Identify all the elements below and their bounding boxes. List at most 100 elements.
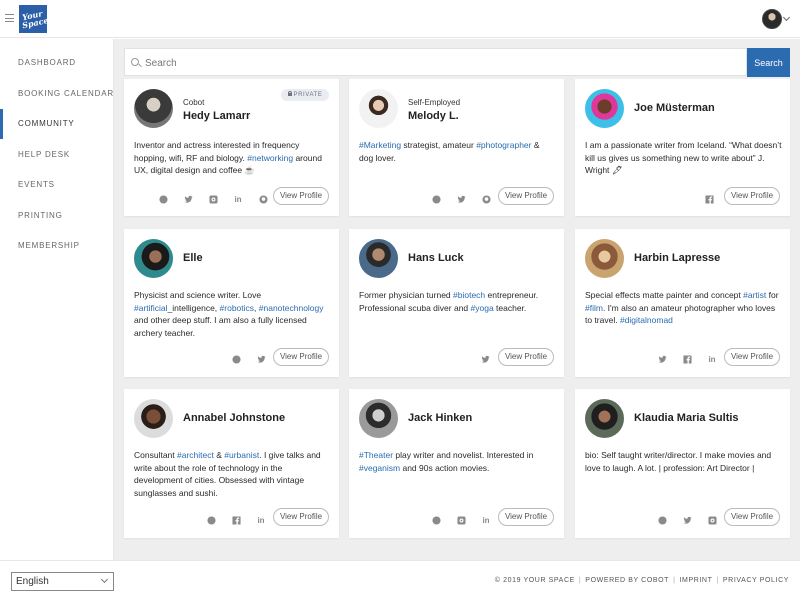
member-card: Self-Employed Melody L. #Marketing strat…: [349, 79, 564, 216]
twitter-icon[interactable]: [183, 194, 193, 204]
hashtag-link[interactable]: #nanotechnology: [259, 303, 324, 313]
hashtag-link[interactable]: #digitalnomad: [620, 315, 673, 325]
hashtag-link[interactable]: #photographer: [476, 140, 531, 150]
hamburger-icon[interactable]: [5, 14, 14, 22]
privacy-policy-link[interactable]: PRIVACY POLICY: [723, 577, 789, 584]
member-card: Cobot Hedy Lamarr PRIVATE Inventor and a…: [124, 79, 339, 216]
globe-icon[interactable]: [431, 515, 441, 525]
view-profile-button[interactable]: View Profile: [724, 187, 780, 205]
instagram-icon[interactable]: [208, 194, 218, 204]
sidebar-item-community[interactable]: COMMUNITY: [0, 109, 114, 139]
hashtag-link[interactable]: #artist: [743, 290, 766, 300]
member-card: Elle Physicist and science writer. Love …: [124, 229, 339, 377]
your-space-logo[interactable]: Your Space: [19, 5, 50, 33]
member-card: Harbin Lapresse Special effects matte pa…: [575, 229, 790, 377]
avatar[interactable]: [359, 89, 398, 128]
search-input[interactable]: [145, 53, 735, 73]
member-bio: Special effects matte painter and concep…: [585, 290, 779, 325]
avatar[interactable]: [134, 89, 173, 128]
hashtag-link[interactable]: #yoga: [471, 303, 494, 313]
view-profile-button[interactable]: View Profile: [273, 348, 329, 366]
instagram-icon[interactable]: [456, 515, 466, 525]
globe-icon[interactable]: [206, 515, 216, 525]
member-name[interactable]: Melody L.: [408, 110, 459, 122]
hashtag-link[interactable]: #biotech: [453, 290, 485, 300]
member-name[interactable]: Jack Hinken: [408, 412, 472, 424]
view-profile-button[interactable]: View Profile: [273, 508, 329, 526]
social-links: in: [206, 514, 266, 526]
member-name[interactable]: Klaudia Maria Sultis: [634, 412, 739, 424]
linkedin-icon[interactable]: in: [233, 194, 243, 204]
sidebar: DASHBOARD BOOKING CALENDAR COMMUNITY HEL…: [0, 39, 114, 560]
imprint-link[interactable]: IMPRINT: [679, 577, 712, 584]
instagram-icon[interactable]: [707, 515, 717, 525]
avatar[interactable]: [134, 239, 173, 278]
view-profile-button[interactable]: View Profile: [724, 348, 780, 366]
sidebar-item-booking-calendar[interactable]: BOOKING CALENDAR: [0, 79, 114, 109]
language-select[interactable]: English: [11, 572, 114, 591]
hashtag-link[interactable]: #architect: [177, 450, 214, 460]
linkedin-icon[interactable]: in: [707, 354, 717, 364]
sidebar-item-help-desk[interactable]: HELP DESK: [0, 140, 114, 170]
github-icon[interactable]: [481, 194, 491, 204]
view-profile-button[interactable]: View Profile: [273, 187, 329, 205]
sidebar-item-printing[interactable]: PRINTING: [0, 201, 114, 231]
member-name[interactable]: Hedy Lamarr: [183, 110, 250, 122]
view-profile-button[interactable]: View Profile: [498, 187, 554, 205]
twitter-icon[interactable]: [256, 354, 266, 364]
hashtag-link[interactable]: #urbanist: [224, 450, 259, 460]
facebook-icon[interactable]: [682, 354, 692, 364]
avatar[interactable]: [585, 89, 624, 128]
search-button[interactable]: Search: [747, 48, 790, 77]
member-name[interactable]: Elle: [183, 252, 203, 264]
hashtag-link[interactable]: #film: [585, 303, 603, 313]
twitter-icon[interactable]: [480, 354, 490, 364]
hashtag-link[interactable]: #veganism: [359, 463, 400, 473]
language-value: English: [16, 576, 49, 587]
chevron-down-icon: [100, 575, 109, 584]
sidebar-item-membership[interactable]: MEMBERSHIP: [0, 231, 114, 261]
hashtag-link[interactable]: #networking: [247, 153, 293, 163]
member-card: Hans Luck Former physician turned #biote…: [349, 229, 564, 377]
linkedin-icon[interactable]: in: [256, 515, 266, 525]
avatar[interactable]: [585, 239, 624, 278]
chevron-down-icon[interactable]: [782, 13, 791, 22]
user-avatar[interactable]: [762, 9, 782, 29]
view-profile-button[interactable]: View Profile: [498, 348, 554, 366]
member-card: Annabel Johnstone Consultant #architect …: [124, 389, 339, 538]
avatar[interactable]: [134, 399, 173, 438]
member-bio: #Marketing strategist, amateur #photogra…: [359, 140, 540, 163]
twitter-icon[interactable]: [657, 354, 667, 364]
avatar[interactable]: [585, 399, 624, 438]
globe-icon[interactable]: [657, 515, 667, 525]
twitter-icon[interactable]: [682, 515, 692, 525]
avatar[interactable]: [359, 399, 398, 438]
avatar[interactable]: [359, 239, 398, 278]
hashtag-link[interactable]: #Marketing: [359, 140, 401, 150]
search-icon: [131, 58, 139, 66]
facebook-icon[interactable]: [231, 515, 241, 525]
hashtag-link[interactable]: #robotics: [220, 303, 255, 313]
linkedin-icon[interactable]: in: [481, 515, 491, 525]
logo-text-space: Space: [21, 14, 50, 31]
github-icon[interactable]: [258, 194, 268, 204]
facebook-icon[interactable]: [704, 194, 714, 204]
hashtag-link[interactable]: #Theater: [359, 450, 393, 460]
member-name[interactable]: Hans Luck: [408, 252, 464, 264]
member-name[interactable]: Harbin Lapresse: [634, 252, 720, 264]
hashtag-link[interactable]: #artificial: [134, 303, 168, 313]
member-bio: Physicist and science writer. Love #arti…: [134, 290, 324, 338]
globe-icon[interactable]: [431, 194, 441, 204]
sidebar-item-events[interactable]: EVENTS: [0, 170, 114, 200]
twitter-icon[interactable]: [456, 194, 466, 204]
member-card: Klaudia Maria Sultis bio: Self taught wr…: [575, 389, 790, 538]
social-links: in: [431, 514, 491, 526]
view-profile-button[interactable]: View Profile: [498, 508, 554, 526]
powered-by-link[interactable]: POWERED BY COBOT: [585, 577, 669, 584]
sidebar-item-dashboard[interactable]: DASHBOARD: [0, 48, 114, 78]
globe-icon[interactable]: [158, 194, 168, 204]
member-name[interactable]: Joe Müsterman: [634, 102, 715, 114]
view-profile-button[interactable]: View Profile: [724, 508, 780, 526]
member-name[interactable]: Annabel Johnstone: [183, 412, 285, 424]
globe-icon[interactable]: [231, 354, 241, 364]
